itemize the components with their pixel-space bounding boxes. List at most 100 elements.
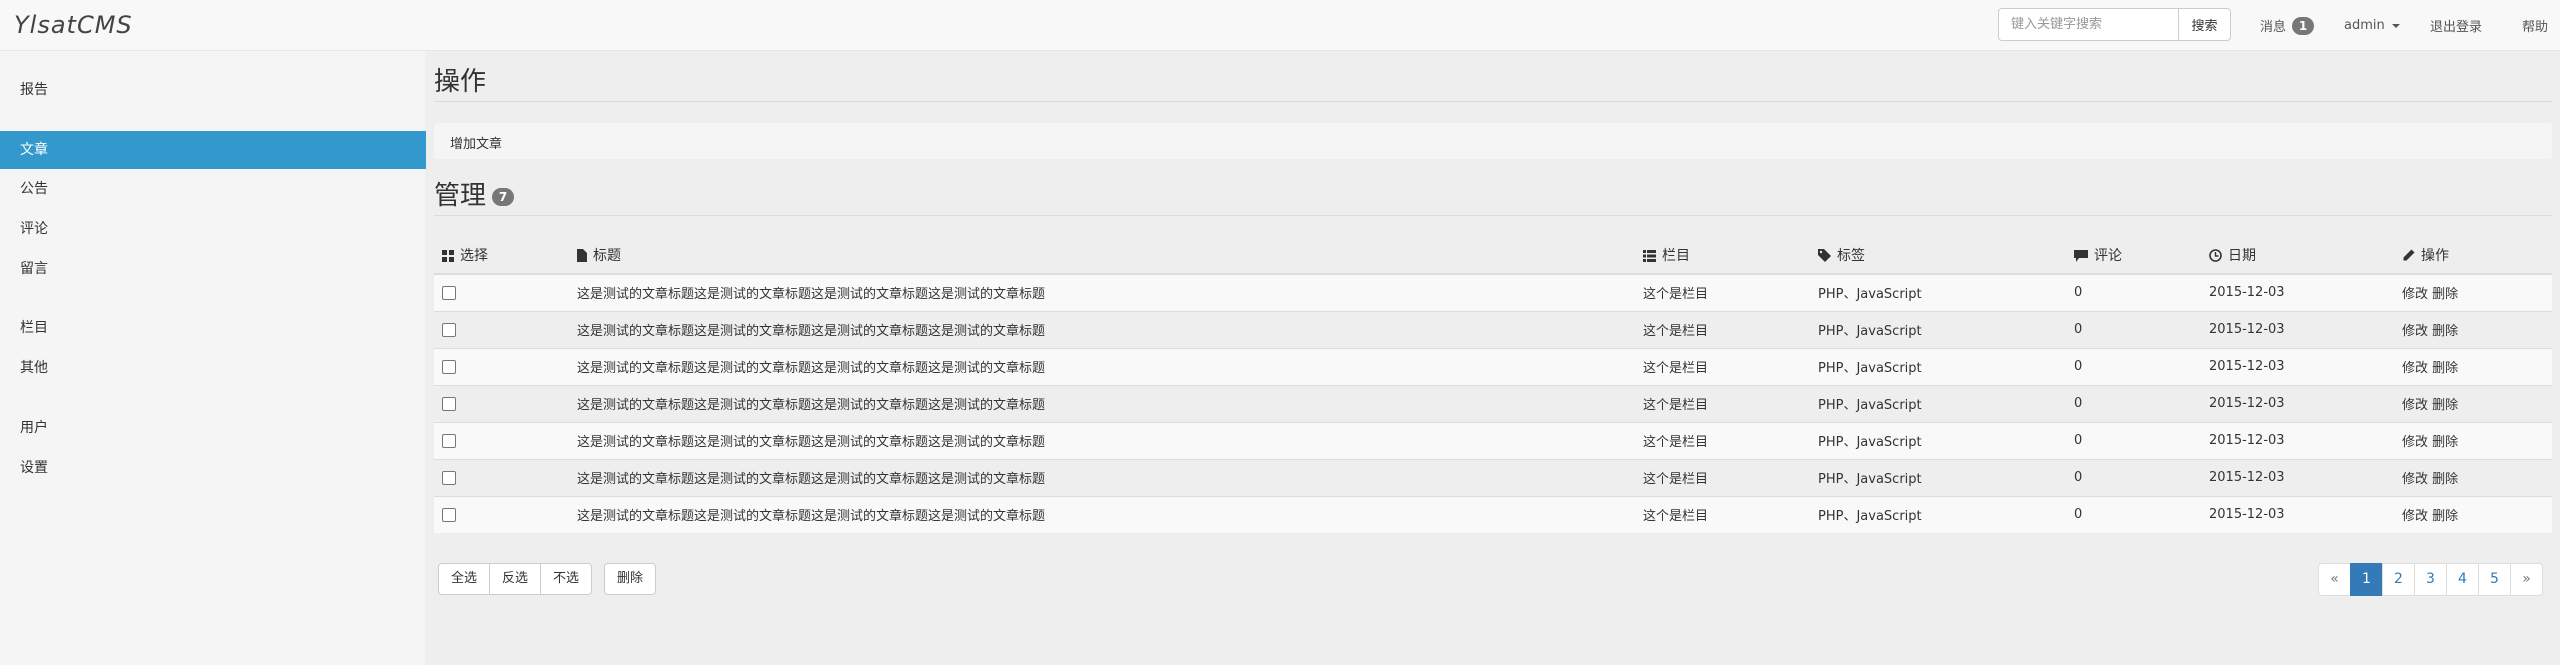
delete-link[interactable]: 删除: [2432, 398, 2458, 413]
invert-selection-button[interactable]: 反选: [490, 563, 542, 595]
delete-link[interactable]: 删除: [2432, 287, 2458, 302]
row-comments: 0: [2066, 384, 2201, 422]
row-title[interactable]: 这是测试的文章标题这是测试的文章标题这是测试的文章标题这是测试的文章标题: [569, 495, 1635, 533]
pencil-icon: [2403, 249, 2415, 261]
table-row: 这是测试的文章标题这是测试的文章标题这是测试的文章标题这是测试的文章标题 这个是…: [434, 384, 2552, 422]
row-comments: 0: [2066, 495, 2201, 533]
edit-link[interactable]: 修改: [2402, 435, 2428, 450]
delete-selected-button[interactable]: 删除: [604, 563, 657, 595]
messages-badge: 1: [2292, 16, 2315, 35]
search-form: 搜索: [1998, 8, 2231, 41]
row-checkbox[interactable]: [442, 322, 456, 337]
table-row: 这是测试的文章标题这是测试的文章标题这是测试的文章标题这是测试的文章标题 这个是…: [434, 310, 2552, 348]
row-category: 这个是栏目: [1635, 310, 1810, 348]
row-tags: PHP、JavaScript: [1810, 347, 2066, 385]
delete-link[interactable]: 删除: [2432, 324, 2458, 339]
row-checkbox[interactable]: [442, 470, 456, 485]
list-icon: [1643, 249, 1656, 262]
row-tags: PHP、JavaScript: [1810, 458, 2066, 496]
edit-link[interactable]: 修改: [2402, 398, 2428, 413]
clock-icon: [2209, 249, 2222, 262]
row-tags: PHP、JavaScript: [1810, 495, 2066, 533]
edit-link[interactable]: 修改: [2402, 324, 2428, 339]
sidebar-item-report[interactable]: 报告: [0, 71, 426, 109]
row-date: 2015-12-03: [2201, 421, 2394, 459]
help-link[interactable]: 帮助: [2522, 0, 2548, 51]
col-comments: 评论: [2066, 236, 2201, 275]
row-actions: 修改 删除: [2394, 347, 2552, 385]
col-select: 选择: [434, 236, 569, 275]
delete-link[interactable]: 删除: [2432, 472, 2458, 487]
col-category: 栏目: [1635, 236, 1810, 275]
sidebar-item-notices[interactable]: 公告: [0, 170, 426, 208]
page-2[interactable]: 2: [2382, 563, 2415, 596]
row-select-cell: [434, 458, 569, 496]
ops-title: 操作: [434, 67, 487, 97]
edit-link[interactable]: 修改: [2402, 509, 2428, 524]
page-3[interactable]: 3: [2414, 563, 2447, 596]
row-title[interactable]: 这是测试的文章标题这是测试的文章标题这是测试的文章标题这是测试的文章标题: [569, 458, 1635, 496]
col-title: 标题: [569, 236, 1635, 275]
row-checkbox[interactable]: [442, 285, 456, 300]
ops-box: 增加文章: [434, 123, 2552, 159]
sidebar-item-messages[interactable]: 留言: [0, 250, 426, 288]
edit-link[interactable]: 修改: [2402, 287, 2428, 302]
brand-logo[interactable]: YlsatCMS: [14, 11, 133, 39]
table-row: 这是测试的文章标题这是测试的文章标题这是测试的文章标题这是测试的文章标题 这个是…: [434, 273, 2552, 311]
row-checkbox[interactable]: [442, 507, 456, 522]
pagination: « 1 2 3 4 5 »: [2318, 563, 2543, 596]
delete-link[interactable]: 删除: [2432, 361, 2458, 376]
navbar: YlsatCMS 搜索 消息 1 admin 退出登录 帮助: [0, 0, 2560, 51]
user-menu[interactable]: admin: [2344, 0, 2400, 51]
manage-count-badge: 7: [492, 187, 515, 206]
row-title[interactable]: 这是测试的文章标题这是测试的文章标题这是测试的文章标题这是测试的文章标题: [569, 310, 1635, 348]
row-title[interactable]: 这是测试的文章标题这是测试的文章标题这是测试的文章标题这是测试的文章标题: [569, 347, 1635, 385]
sidebar-item-articles[interactable]: 文章: [0, 131, 426, 169]
row-tags: PHP、JavaScript: [1810, 421, 2066, 459]
page-1[interactable]: 1: [2350, 563, 2383, 596]
edit-link[interactable]: 修改: [2402, 472, 2428, 487]
col-date-label: 日期: [2228, 247, 2256, 264]
sidebar-item-comments[interactable]: 评论: [0, 210, 426, 248]
sidebar-item-other[interactable]: 其他: [0, 349, 426, 387]
sidebar-item-settings[interactable]: 设置: [0, 449, 426, 487]
page-prev[interactable]: «: [2318, 563, 2351, 596]
delete-link[interactable]: 删除: [2432, 435, 2458, 450]
divider: [434, 215, 2552, 216]
search-input[interactable]: [1998, 8, 2178, 41]
edit-link[interactable]: 修改: [2402, 361, 2428, 376]
messages-link[interactable]: 消息 1: [2260, 0, 2315, 51]
table-row: 这是测试的文章标题这是测试的文章标题这是测试的文章标题这是测试的文章标题 这个是…: [434, 421, 2552, 459]
row-category: 这个是栏目: [1635, 384, 1810, 422]
row-tags: PHP、JavaScript: [1810, 273, 2066, 311]
row-checkbox[interactable]: [442, 396, 456, 411]
row-select-cell: [434, 495, 569, 533]
sidebar-item-users[interactable]: 用户: [0, 409, 426, 447]
row-category: 这个是栏目: [1635, 458, 1810, 496]
add-article-link[interactable]: 增加文章: [450, 133, 502, 152]
delete-link[interactable]: 删除: [2432, 509, 2458, 524]
row-select-cell: [434, 347, 569, 385]
sidebar: 报告 文章 公告 评论 留言 栏目 其他 用户 设置: [0, 51, 426, 665]
row-title[interactable]: 这是测试的文章标题这是测试的文章标题这是测试的文章标题这是测试的文章标题: [569, 273, 1635, 311]
col-tags-label: 标签: [1837, 247, 1865, 264]
row-date: 2015-12-03: [2201, 458, 2394, 496]
row-checkbox[interactable]: [442, 359, 456, 374]
divider: [434, 101, 2552, 102]
logout-link[interactable]: 退出登录: [2430, 0, 2482, 51]
row-title[interactable]: 这是测试的文章标题这是测试的文章标题这是测试的文章标题这是测试的文章标题: [569, 384, 1635, 422]
page-5[interactable]: 5: [2478, 563, 2511, 596]
select-all-button[interactable]: 全选: [438, 563, 491, 595]
row-checkbox[interactable]: [442, 433, 456, 448]
col-date: 日期: [2201, 236, 2394, 275]
select-none-button[interactable]: 不选: [541, 563, 593, 595]
row-comments: 0: [2066, 273, 2201, 311]
row-date: 2015-12-03: [2201, 384, 2394, 422]
search-button[interactable]: 搜索: [2178, 8, 2231, 41]
sidebar-item-columns[interactable]: 栏目: [0, 309, 426, 347]
row-comments: 0: [2066, 421, 2201, 459]
page-4[interactable]: 4: [2446, 563, 2479, 596]
row-title[interactable]: 这是测试的文章标题这是测试的文章标题这是测试的文章标题这是测试的文章标题: [569, 421, 1635, 459]
col-select-label: 选择: [460, 247, 488, 264]
page-next[interactable]: »: [2510, 563, 2543, 596]
